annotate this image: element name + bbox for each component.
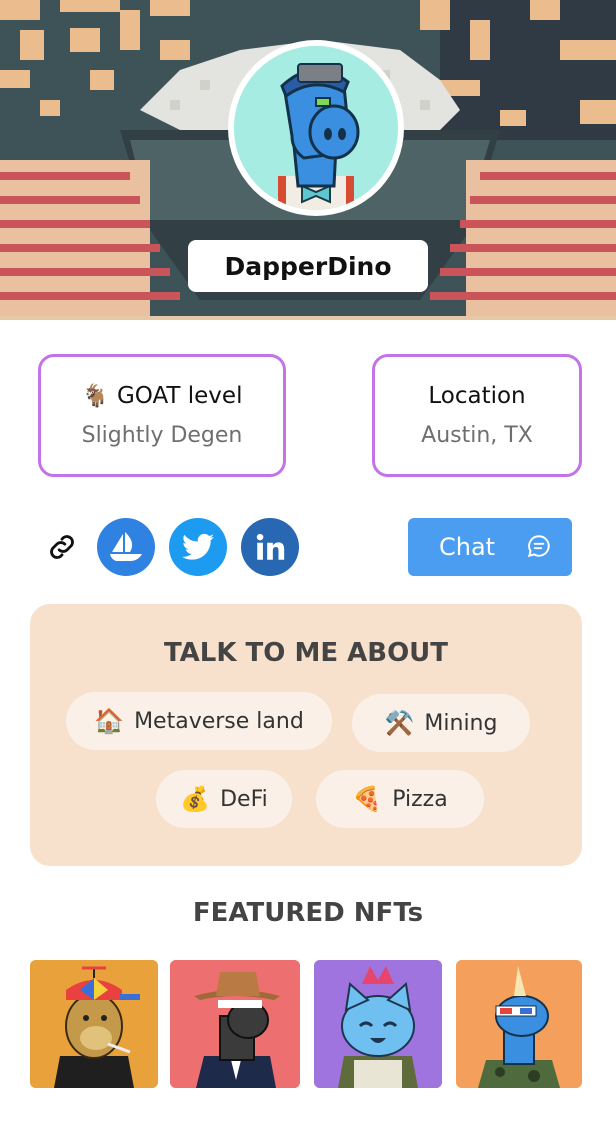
topic-label: Metaverse land <box>134 708 304 734</box>
topic-chip-pizza: 🍕 Pizza <box>316 770 484 828</box>
link-icon[interactable] <box>40 525 84 569</box>
nft-ape[interactable] <box>30 960 158 1088</box>
topic-chip-defi: 💰 DeFi <box>156 770 292 828</box>
house-icon: 🏠 <box>94 707 125 735</box>
pizza-icon: 🍕 <box>352 785 383 813</box>
opensea-icon[interactable] <box>97 518 155 576</box>
goat-level-card: 🐐 GOAT level Slightly Degen <box>38 354 286 477</box>
social-links <box>40 518 313 576</box>
talk-title: TALK TO ME ABOUT <box>163 638 449 668</box>
nft-blue-dino[interactable] <box>456 960 582 1088</box>
topic-chip-mining: ⚒️ Mining <box>352 694 530 752</box>
cowboy-dino-nft-art <box>170 960 300 1088</box>
topic-label: DeFi <box>220 786 268 812</box>
goat-icon: 🐐 <box>81 383 109 409</box>
cat-nft-art <box>314 960 442 1088</box>
linkedin-icon[interactable] <box>241 518 299 576</box>
blue-dino-nft-art <box>456 960 582 1088</box>
goat-level-value: Slightly Degen <box>81 423 243 448</box>
money-bag-icon: 💰 <box>180 785 211 813</box>
featured-nfts-title: FEATURED NFTs <box>192 898 424 928</box>
goat-level-label: GOAT level <box>116 383 243 409</box>
chat-bubble-icon <box>526 533 552 565</box>
avatar-image <box>234 46 398 210</box>
avatar[interactable] <box>228 40 404 216</box>
nft-cat[interactable] <box>314 960 442 1088</box>
twitter-icon[interactable] <box>169 518 227 576</box>
talk-to-me-section: TALK TO ME ABOUT 🏠 Metaverse land ⚒️ Min… <box>30 604 582 866</box>
goat-level-title: 🐐 GOAT level <box>82 383 243 409</box>
location-label: Location <box>428 383 526 409</box>
nft-cowboy-dino[interactable] <box>170 960 300 1088</box>
hammer-pick-icon: ⚒️ <box>384 709 415 737</box>
chat-button[interactable]: Chat <box>408 518 572 576</box>
topic-chip-metaverse-land: 🏠 Metaverse land <box>66 692 332 750</box>
ape-nft-art <box>30 960 158 1088</box>
location-value: Austin, TX <box>421 423 533 448</box>
dino-avatar-art <box>234 46 398 210</box>
location-card: Location Austin, TX <box>372 354 582 477</box>
topic-label: Pizza <box>392 786 448 812</box>
username: DapperDino <box>188 240 428 292</box>
topic-label: Mining <box>424 710 498 736</box>
chat-button-label: Chat <box>439 533 496 561</box>
